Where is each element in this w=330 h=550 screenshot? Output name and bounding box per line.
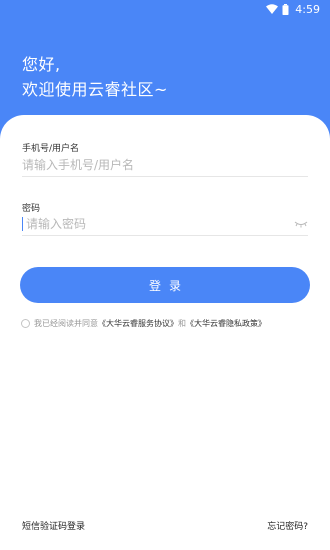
greeting: 您好, 欢迎使用云睿社区~ <box>22 52 168 102</box>
login-screen: 4:59 您好, 欢迎使用云睿社区~ 手机号/用户名 密码 登录 我已经阅读并同… <box>0 0 330 550</box>
privacy-policy-link[interactable]: 《大华云睿隐私政策》 <box>186 318 266 329</box>
text-cursor <box>22 217 23 231</box>
agreement-row: 我已经阅读并同意 《大华云睿服务协议》 和 《大华云睿隐私政策》 <box>21 318 266 329</box>
forgot-password-link[interactable]: 忘记密码? <box>267 519 308 532</box>
username-input[interactable] <box>22 153 308 177</box>
login-card <box>0 115 330 550</box>
status-icons <box>266 3 289 15</box>
battery-icon <box>282 3 289 15</box>
status-bar: 4:59 <box>0 0 330 18</box>
status-time: 4:59 <box>295 2 320 16</box>
agreement-checkbox[interactable] <box>21 319 30 328</box>
password-input[interactable] <box>22 212 308 236</box>
agreement-prefix: 我已经阅读并同意 <box>34 319 98 328</box>
agreement-and: 和 <box>178 319 186 328</box>
wifi-icon <box>266 4 279 14</box>
sms-login-link[interactable]: 短信验证码登录 <box>22 519 85 532</box>
login-button[interactable]: 登录 <box>20 267 310 303</box>
greeting-line-2: 欢迎使用云睿社区~ <box>22 80 168 99</box>
greeting-line-1: 您好, <box>22 55 61 74</box>
service-agreement-link[interactable]: 《大华云睿服务协议》 <box>98 318 178 329</box>
eye-closed-icon[interactable] <box>294 220 308 228</box>
